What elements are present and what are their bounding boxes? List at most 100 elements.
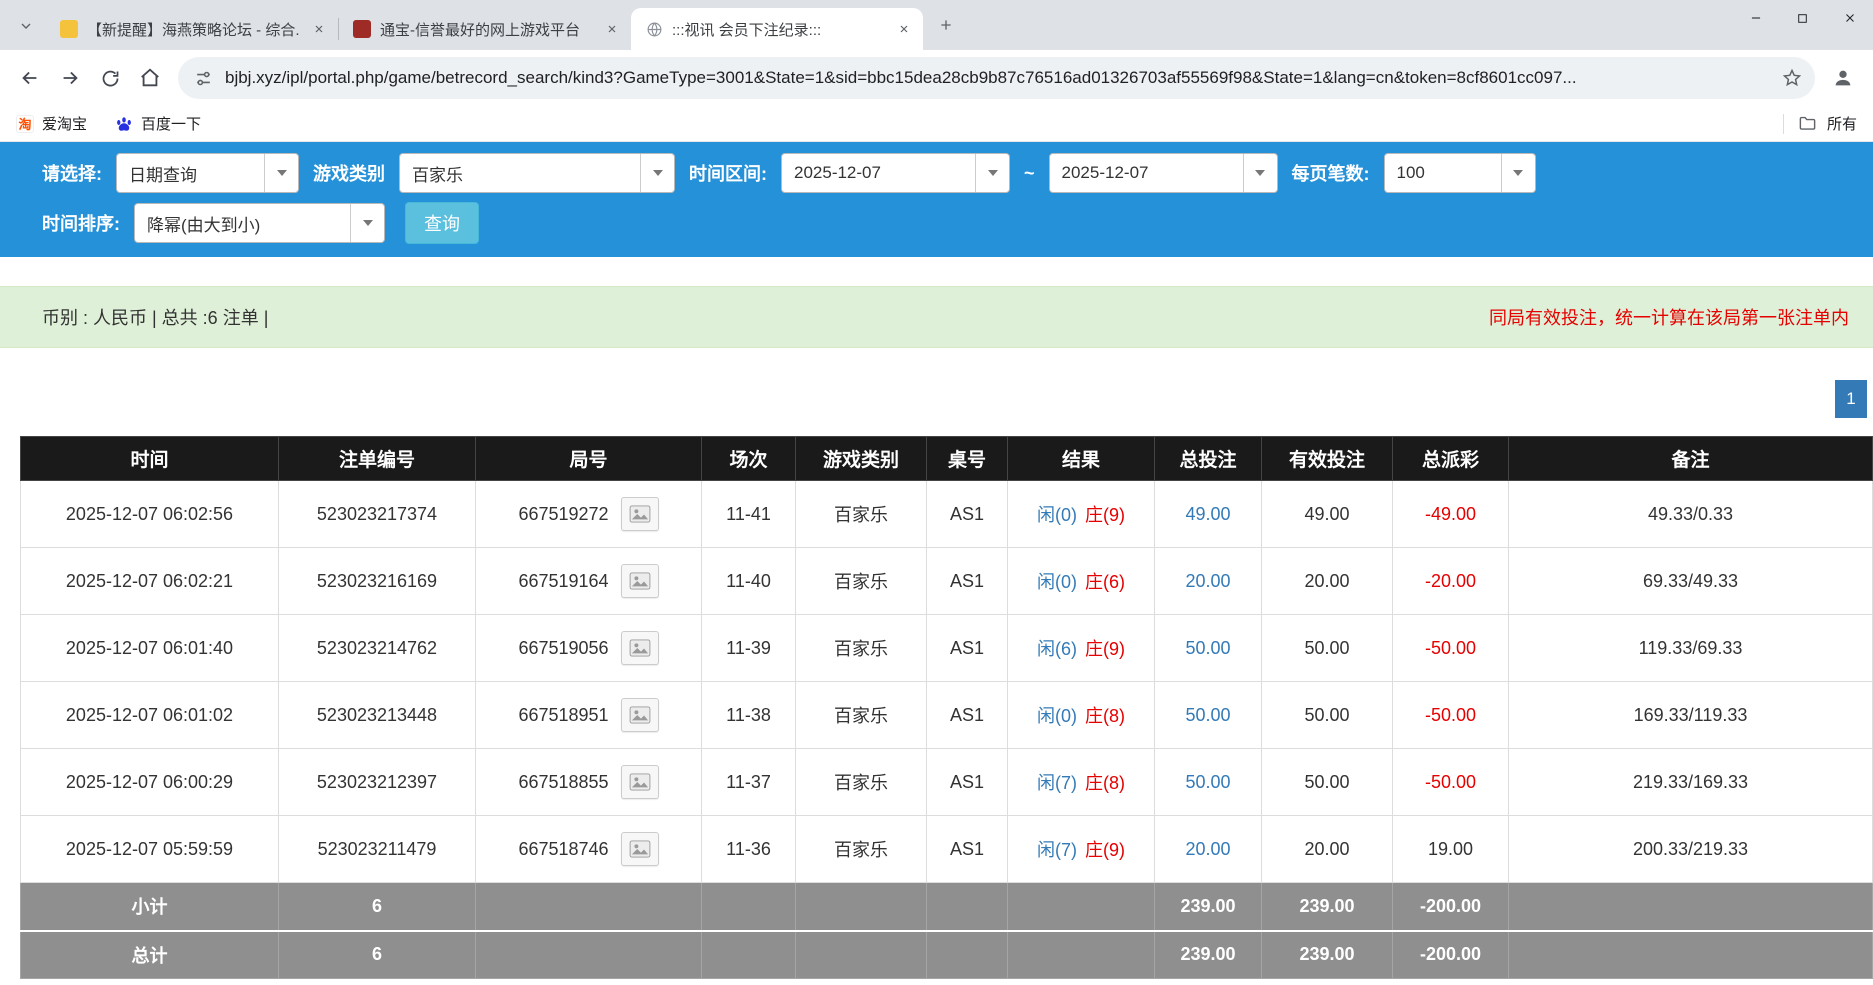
total-bet-link[interactable]: 20.00 <box>1185 839 1230 859</box>
cell-result: 闲(7)庄(8) <box>1008 749 1155 816</box>
back-button[interactable] <box>10 58 50 98</box>
total-bet-link[interactable]: 49.00 <box>1185 504 1230 524</box>
cell-round: 667519056 <box>476 615 702 682</box>
cell-bet-id: 523023211479 <box>279 816 476 883</box>
bookmark-star-icon[interactable] <box>1775 61 1809 95</box>
round-result-image-button[interactable] <box>621 497 659 531</box>
image-icon <box>629 840 651 858</box>
bookmark-taobao[interactable]: 淘 爱淘宝 <box>16 113 87 134</box>
cell-valid-bet: 50.00 <box>1262 682 1393 749</box>
tab-3-active[interactable]: :::视讯 会员下注纪录::: <box>631 8 923 50</box>
game-type-value: 百家乐 <box>400 161 640 186</box>
cell-time: 2025-12-07 06:01:02 <box>21 682 279 749</box>
cell-game-type: 百家乐 <box>796 615 927 682</box>
round-result-image-button[interactable] <box>621 698 659 732</box>
col-round: 局号 <box>476 437 702 481</box>
cell-total-bet[interactable]: 50.00 <box>1155 749 1262 816</box>
sort-order-select[interactable]: 降幂(由大到小) <box>134 203 385 243</box>
cell-payout: -50.00 <box>1393 749 1509 816</box>
cell-note: 219.33/169.33 <box>1509 749 1873 816</box>
query-type-select[interactable]: 日期查询 <box>116 153 299 193</box>
result-banker-text: 庄(9) <box>1085 639 1125 659</box>
tab-2[interactable]: 通宝-信誉最好的网上游戏平台 <box>339 8 631 50</box>
cell-total-bet[interactable]: 20.00 <box>1155 816 1262 883</box>
home-button[interactable] <box>130 58 170 98</box>
round-result-image-button[interactable] <box>621 765 659 799</box>
table-row: 2025-12-07 05:59:59 523023211479 6675187… <box>21 816 1873 883</box>
tab-3-close-icon[interactable] <box>893 18 915 40</box>
cell-note: 169.33/119.33 <box>1509 682 1873 749</box>
total-count: 6 <box>279 931 476 979</box>
tab-search-button[interactable] <box>10 10 42 42</box>
cell-valid-bet: 50.00 <box>1262 749 1393 816</box>
col-result: 结果 <box>1008 437 1155 481</box>
cell-round: 667518855 <box>476 749 702 816</box>
cell-session: 11-40 <box>702 548 796 615</box>
bookmark-baidu[interactable]: 百度一下 <box>115 113 201 134</box>
browser-toolbar: bjbj.xyz/ipl/portal.php/game/betrecord_s… <box>0 50 1873 106</box>
address-bar[interactable]: bjbj.xyz/ipl/portal.php/game/betrecord_s… <box>178 57 1815 99</box>
round-text: 667519272 <box>518 504 608 525</box>
maximize-icon <box>1796 12 1809 25</box>
round-result-image-button[interactable] <box>621 631 659 665</box>
search-button[interactable]: 查询 <box>405 202 479 244</box>
minimize-icon <box>1749 11 1763 25</box>
maximize-button[interactable] <box>1779 0 1826 36</box>
cell-round: 667519164 <box>476 548 702 615</box>
close-icon <box>1843 11 1857 25</box>
cell-total-bet[interactable]: 50.00 <box>1155 682 1262 749</box>
total-bet-link[interactable]: 50.00 <box>1185 638 1230 658</box>
cell-session: 11-36 <box>702 816 796 883</box>
result-banker-text: 庄(9) <box>1085 505 1125 525</box>
bet-id-text: 523023212397 <box>317 772 437 792</box>
table-header: 时间 注单编号 局号 场次 游戏类别 桌号 结果 总投注 有效投注 总派彩 备注 <box>21 437 1873 481</box>
game-type-select[interactable]: 百家乐 <box>399 153 675 193</box>
bet-id-text: 523023216169 <box>317 571 437 591</box>
image-icon <box>629 639 651 657</box>
site-info-icon[interactable] <box>194 69 213 88</box>
chevron-down-icon <box>18 18 34 34</box>
query-type-label: 请选择: <box>42 160 102 186</box>
round-result-image-button[interactable] <box>621 832 659 866</box>
pagination-page-1[interactable]: 1 <box>1835 380 1867 418</box>
date-from-input[interactable]: 2025-12-07 <box>781 153 1010 193</box>
bet-id-text: 523023214762 <box>317 638 437 658</box>
date-to-input[interactable]: 2025-12-07 <box>1049 153 1278 193</box>
cell-total-bet[interactable]: 50.00 <box>1155 615 1262 682</box>
cell-total-bet[interactable]: 49.00 <box>1155 481 1262 548</box>
payout-text: -49.00 <box>1425 504 1476 524</box>
cell-time: 2025-12-07 06:00:29 <box>21 749 279 816</box>
total-bet-link[interactable]: 50.00 <box>1185 705 1230 725</box>
total-bet-link[interactable]: 20.00 <box>1185 571 1230 591</box>
reload-button[interactable] <box>90 58 130 98</box>
tab-1-title: 【新提醒】海燕策略论坛 - 综合... <box>87 19 299 40</box>
tab-2-close-icon[interactable] <box>601 18 623 40</box>
forward-button[interactable] <box>50 58 90 98</box>
refresh-icon <box>100 68 121 89</box>
bet-id-text: 523023211479 <box>318 839 437 859</box>
result-player-text: 闲(0) <box>1037 572 1077 592</box>
cell-table-no: AS1 <box>927 682 1008 749</box>
profile-button[interactable] <box>1823 58 1863 98</box>
total-label: 总计 <box>21 931 279 979</box>
subtotal-count: 6 <box>279 883 476 931</box>
tab-strip: 【新提醒】海燕策略论坛 - 综合... 通宝-信誉最好的网上游戏平台 :::视讯… <box>0 0 1873 50</box>
image-icon <box>629 505 651 523</box>
tab-1-close-icon[interactable] <box>308 18 330 40</box>
total-bet-link[interactable]: 50.00 <box>1185 772 1230 792</box>
bet-id-text: 523023213448 <box>317 705 437 725</box>
minimize-button[interactable] <box>1732 0 1779 36</box>
result-player-text: 闲(0) <box>1037 505 1077 525</box>
page-size-value: 100 <box>1385 163 1501 183</box>
all-bookmarks-folder[interactable]: 所有 <box>1783 113 1857 134</box>
col-time: 时间 <box>21 437 279 481</box>
cell-session: 11-38 <box>702 682 796 749</box>
close-button[interactable] <box>1826 0 1873 36</box>
new-tab-button[interactable] <box>931 10 961 40</box>
round-result-image-button[interactable] <box>621 564 659 598</box>
cell-bet-id: 523023212397 <box>279 749 476 816</box>
page-size-select[interactable]: 100 <box>1384 153 1536 193</box>
cell-total-bet[interactable]: 20.00 <box>1155 548 1262 615</box>
tab-1[interactable]: 【新提醒】海燕策略论坛 - 综合... <box>46 8 338 50</box>
payout-text: -50.00 <box>1425 772 1476 792</box>
